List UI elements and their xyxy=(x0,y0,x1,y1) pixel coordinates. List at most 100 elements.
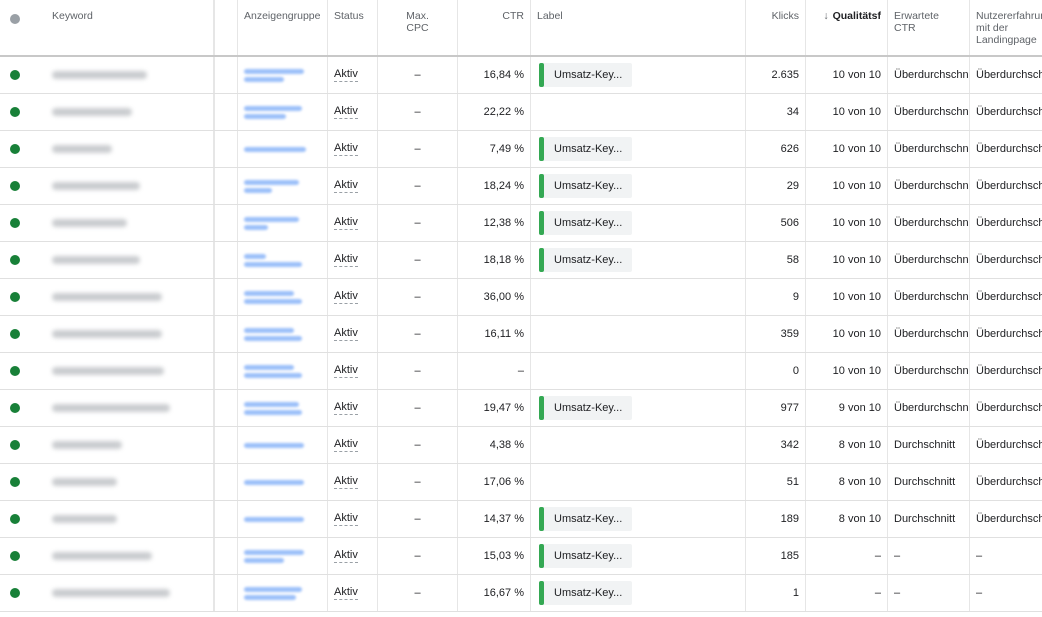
keyword-cell[interactable] xyxy=(30,501,214,537)
status-cell[interactable] xyxy=(0,57,30,93)
table-row[interactable]: Aktiv – 12,38 % Umsatz-Key... 506 10 von 10 Üb… xyxy=(0,205,1042,242)
status-cell[interactable] xyxy=(0,501,30,537)
status-cell[interactable] xyxy=(0,353,30,389)
ad-group-cell[interactable] xyxy=(238,57,328,93)
keyword-cell[interactable] xyxy=(30,390,214,426)
label-cell[interactable] xyxy=(531,427,746,463)
header-ad-group[interactable]: Anzeigengruppe xyxy=(238,0,328,55)
ad-group-cell[interactable] xyxy=(238,464,328,500)
label-cell[interactable] xyxy=(531,279,746,315)
status-cell[interactable] xyxy=(0,575,30,611)
status-value[interactable]: Aktiv xyxy=(334,290,358,304)
max-cpc-cell[interactable]: – xyxy=(378,57,458,93)
max-cpc-cell[interactable]: – xyxy=(378,353,458,389)
table-row[interactable]: Aktiv – – 0 10 von 10 Überdurchschni Überdurch… xyxy=(0,353,1042,390)
header-max-cpc[interactable]: Max. CPC xyxy=(378,0,458,55)
keyword-cell[interactable] xyxy=(30,353,214,389)
ad-group-cell[interactable] xyxy=(238,242,328,278)
header-ctr[interactable]: CTR xyxy=(458,0,531,55)
label-cell[interactable] xyxy=(531,464,746,500)
label-cell[interactable] xyxy=(531,94,746,130)
status-text-cell[interactable]: Aktiv xyxy=(328,279,378,315)
ad-group-link-blurred[interactable] xyxy=(244,146,306,152)
status-text-cell[interactable]: Aktiv xyxy=(328,57,378,93)
max-cpc-cell[interactable]: – xyxy=(378,94,458,130)
status-value[interactable]: Aktiv xyxy=(334,364,358,378)
status-text-cell[interactable]: Aktiv xyxy=(328,131,378,167)
table-row[interactable]: Aktiv – 18,18 % Umsatz-Key... 58 10 von 10 Übe… xyxy=(0,242,1042,279)
status-cell[interactable] xyxy=(0,427,30,463)
status-text-cell[interactable]: Aktiv xyxy=(328,464,378,500)
header-keyword[interactable]: Keyword xyxy=(30,0,214,55)
ad-group-cell[interactable] xyxy=(238,94,328,130)
keyword-cell[interactable] xyxy=(30,168,214,204)
keyword-cell[interactable] xyxy=(30,538,214,574)
header-status-dot[interactable] xyxy=(0,0,30,55)
ad-group-cell[interactable] xyxy=(238,168,328,204)
keyword-cell[interactable] xyxy=(30,242,214,278)
header-label[interactable]: Label xyxy=(531,0,746,55)
status-cell[interactable] xyxy=(0,242,30,278)
keyword-cell[interactable] xyxy=(30,316,214,352)
max-cpc-cell[interactable]: – xyxy=(378,464,458,500)
ad-group-link-blurred[interactable] xyxy=(244,586,302,600)
label-cell[interactable]: Umsatz-Key... xyxy=(531,538,746,574)
label-chip[interactable]: Umsatz-Key... xyxy=(539,544,633,568)
label-cell[interactable]: Umsatz-Key... xyxy=(531,242,746,278)
status-value[interactable]: Aktiv xyxy=(334,68,358,82)
max-cpc-cell[interactable]: – xyxy=(378,427,458,463)
label-cell[interactable]: Umsatz-Key... xyxy=(531,575,746,611)
label-chip[interactable]: Umsatz-Key... xyxy=(539,396,633,420)
table-row[interactable]: Aktiv – 36,00 % 9 10 von 10 Überdurchschni Übe… xyxy=(0,279,1042,316)
ad-group-cell[interactable] xyxy=(238,316,328,352)
header-status[interactable]: Status xyxy=(328,0,378,55)
ad-group-link-blurred[interactable] xyxy=(244,401,302,415)
status-value[interactable]: Aktiv xyxy=(334,549,358,563)
keyword-cell[interactable] xyxy=(30,427,214,463)
ad-group-link-blurred[interactable] xyxy=(244,442,304,448)
status-cell[interactable] xyxy=(0,390,30,426)
ad-group-link-blurred[interactable] xyxy=(244,479,304,485)
keyword-cell[interactable] xyxy=(30,131,214,167)
keyword-cell[interactable] xyxy=(30,464,214,500)
label-cell[interactable]: Umsatz-Key... xyxy=(531,205,746,241)
table-row[interactable]: Aktiv – 4,38 % 342 8 von 10 Durchschnitt Überd… xyxy=(0,427,1042,464)
header-expected-ctr[interactable]: Erwartete CTR xyxy=(888,0,970,55)
status-text-cell[interactable]: Aktiv xyxy=(328,242,378,278)
ad-group-link-blurred[interactable] xyxy=(244,290,302,304)
label-chip[interactable]: Umsatz-Key... xyxy=(539,137,633,161)
status-cell[interactable] xyxy=(0,205,30,241)
status-value[interactable]: Aktiv xyxy=(334,327,358,341)
header-quality-score[interactable]: ↓ Qualitätsf xyxy=(806,0,888,55)
status-cell[interactable] xyxy=(0,94,30,130)
ad-group-link-blurred[interactable] xyxy=(244,68,304,82)
keyword-cell[interactable] xyxy=(30,575,214,611)
table-row[interactable]: Aktiv – 16,67 % Umsatz-Key... 1 – – – xyxy=(0,575,1042,612)
ad-group-link-blurred[interactable] xyxy=(244,216,299,230)
label-chip[interactable]: Umsatz-Key... xyxy=(539,248,633,272)
column-resize-handle[interactable] xyxy=(214,0,238,55)
max-cpc-cell[interactable]: – xyxy=(378,242,458,278)
status-text-cell[interactable]: Aktiv xyxy=(328,390,378,426)
keyword-cell[interactable] xyxy=(30,57,214,93)
status-text-cell[interactable]: Aktiv xyxy=(328,316,378,352)
keyword-cell[interactable] xyxy=(30,279,214,315)
label-cell[interactable]: Umsatz-Key... xyxy=(531,131,746,167)
label-cell[interactable]: Umsatz-Key... xyxy=(531,168,746,204)
status-text-cell[interactable]: Aktiv xyxy=(328,538,378,574)
ad-group-link-blurred[interactable] xyxy=(244,516,304,522)
ad-group-cell[interactable] xyxy=(238,390,328,426)
table-row[interactable]: Aktiv – 14,37 % Umsatz-Key... 189 8 von 10 Dur… xyxy=(0,501,1042,538)
status-value[interactable]: Aktiv xyxy=(334,586,358,600)
table-row[interactable]: Aktiv – 7,49 % Umsatz-Key... 626 10 von 10 Übe… xyxy=(0,131,1042,168)
ad-group-cell[interactable] xyxy=(238,538,328,574)
label-cell[interactable] xyxy=(531,316,746,352)
header-landing-page[interactable]: Nutzererfahrung mit der Landingpage xyxy=(970,0,1042,55)
max-cpc-cell[interactable]: – xyxy=(378,205,458,241)
table-row[interactable]: Aktiv – 22,22 % 34 10 von 10 Überdurchschni Üb… xyxy=(0,94,1042,131)
ad-group-cell[interactable] xyxy=(238,353,328,389)
status-value[interactable]: Aktiv xyxy=(334,142,358,156)
label-chip[interactable]: Umsatz-Key... xyxy=(539,581,633,605)
table-row[interactable]: Aktiv – 17,06 % 51 8 von 10 Durchschnitt Überd… xyxy=(0,464,1042,501)
status-text-cell[interactable]: Aktiv xyxy=(328,575,378,611)
